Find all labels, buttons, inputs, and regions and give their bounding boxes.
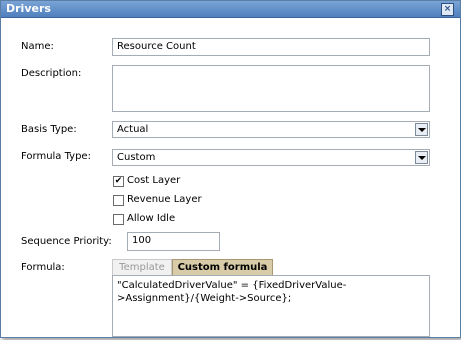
drivers-dialog: Drivers × Name: Resource Count Descripti… xyxy=(0,0,461,338)
allow-idle-checkbox[interactable] xyxy=(113,214,124,225)
name-label: Name: xyxy=(21,41,54,52)
cost-layer-label: Cost Layer xyxy=(127,175,181,186)
basis-type-value: Actual xyxy=(117,124,149,135)
formula-type-label: Formula Type: xyxy=(21,151,91,162)
checkmark-icon: ✔ xyxy=(114,176,123,186)
formula-type-select[interactable]: Custom xyxy=(112,149,430,166)
formula-label: Formula: xyxy=(21,262,65,273)
description-textarea[interactable] xyxy=(112,65,430,112)
chevron-down-icon[interactable] xyxy=(415,151,428,164)
allow-idle-label: Allow Idle xyxy=(127,213,176,224)
close-icon[interactable]: × xyxy=(441,3,454,16)
basis-type-label: Basis Type: xyxy=(21,124,77,135)
revenue-layer-label: Revenue Layer xyxy=(127,194,202,205)
description-label: Description: xyxy=(21,68,82,79)
chevron-down-icon[interactable] xyxy=(415,123,428,136)
formula-editor[interactable]: "CalculatedDriverValue" = {FixedDriverVa… xyxy=(112,275,430,337)
formula-type-value: Custom xyxy=(117,152,156,163)
dialog-title: Drivers xyxy=(6,2,51,15)
basis-type-select[interactable]: Actual xyxy=(112,121,430,138)
sequence-priority-label: Sequence Priority: xyxy=(21,236,112,247)
tab-template[interactable]: Template xyxy=(112,259,172,275)
tab-custom-formula[interactable]: Custom formula xyxy=(172,259,273,275)
sequence-priority-input[interactable]: 100 xyxy=(127,232,220,251)
name-input[interactable]: Resource Count xyxy=(112,38,430,56)
revenue-layer-checkbox[interactable] xyxy=(113,195,124,206)
title-bar: Drivers × xyxy=(1,1,460,18)
cost-layer-checkbox[interactable]: ✔ xyxy=(113,176,124,187)
